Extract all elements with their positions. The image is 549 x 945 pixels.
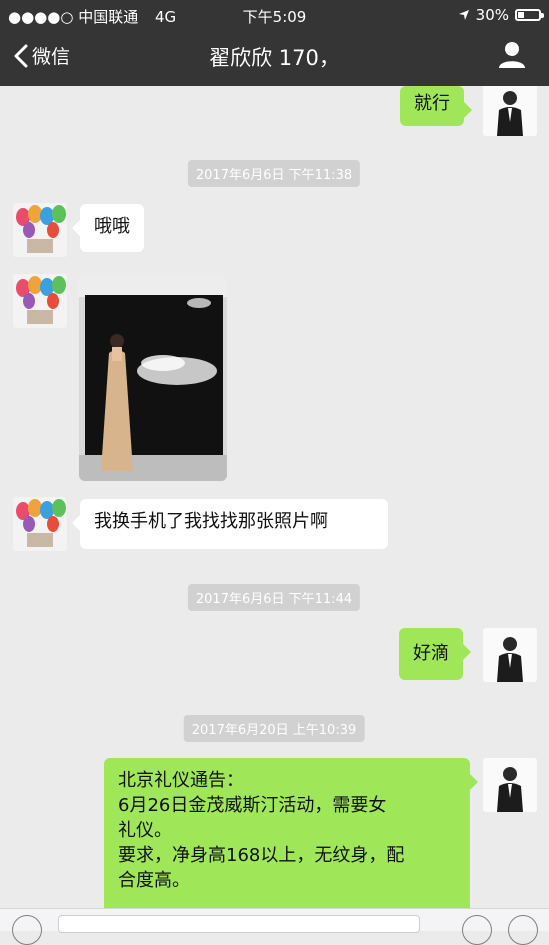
chat-title: 翟欣欣 170， bbox=[209, 46, 340, 70]
message-input[interactable] bbox=[58, 915, 420, 933]
emoji-icon[interactable] bbox=[462, 915, 492, 945]
sent-message-1[interactable]: 就行 bbox=[400, 86, 472, 126]
my-avatar[interactable] bbox=[483, 628, 537, 682]
chat-area[interactable]: 就行 2017年6月6日 下午11:38 哦哦 我换手机了我找找那张照片啊 20… bbox=[0, 86, 549, 908]
battery-icon bbox=[515, 9, 544, 21]
message-line: 要求，净身高168以上，无纹身，配 bbox=[118, 845, 405, 866]
received-photo-message[interactable] bbox=[79, 275, 227, 481]
sent-message-2[interactable]: 好滴 bbox=[399, 628, 471, 680]
message-text: 好滴 bbox=[413, 643, 449, 664]
battery-percent: 30% bbox=[475, 6, 509, 24]
plus-icon[interactable] bbox=[508, 915, 538, 945]
message-line: 北京礼仪通告： bbox=[118, 770, 244, 791]
contact-profile-icon[interactable] bbox=[497, 40, 527, 70]
contact-avatar[interactable] bbox=[13, 274, 67, 328]
contact-avatar[interactable] bbox=[13, 203, 67, 257]
message-line: 礼仪。 bbox=[118, 820, 172, 841]
chat-header: 微信 翟欣欣 170， bbox=[0, 30, 549, 86]
photo-image bbox=[79, 275, 227, 481]
timestamp: 2017年6月20日 上午10:39 bbox=[183, 715, 365, 742]
received-message-1[interactable]: 哦哦 bbox=[72, 204, 144, 252]
message-text: 就行 bbox=[414, 93, 450, 114]
timestamp: 2017年6月6日 下午11:38 bbox=[187, 160, 361, 187]
message-line: 6月26日金茂威斯汀活动，需要女 bbox=[118, 795, 387, 816]
timestamp: 2017年6月6日 下午11:44 bbox=[187, 584, 361, 611]
message-text: 哦哦 bbox=[94, 216, 130, 237]
top-bar: ●●●●○ 中国联通 4G 下午5:09 30% 微信 翟欣欣 170， bbox=[0, 0, 549, 86]
my-avatar[interactable] bbox=[483, 758, 537, 812]
message-line: 合度高。 bbox=[118, 870, 190, 891]
contact-avatar[interactable] bbox=[13, 497, 67, 551]
message-text: 我换手机了我找找那张照片啊 bbox=[94, 511, 328, 532]
received-message-2[interactable]: 我换手机了我找找那张照片啊 bbox=[72, 499, 388, 549]
input-bar bbox=[0, 908, 549, 945]
my-avatar[interactable] bbox=[483, 86, 537, 136]
voice-icon[interactable] bbox=[12, 915, 42, 945]
sent-message-3[interactable]: 北京礼仪通告： 6月26日金茂威斯汀活动，需要女 礼仪。 要求，净身高168以上… bbox=[104, 758, 478, 908]
battery-status: 30% bbox=[458, 6, 544, 24]
location-arrow-icon bbox=[458, 10, 469, 20]
